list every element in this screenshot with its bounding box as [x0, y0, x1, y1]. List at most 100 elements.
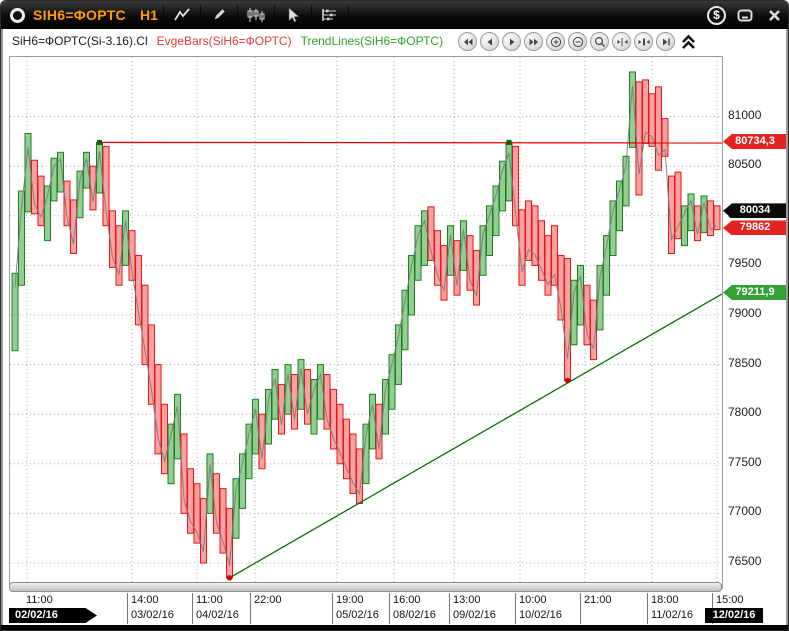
nav-zoom-in-button[interactable]: [546, 32, 565, 51]
candle: [708, 201, 714, 236]
close-price-line: [15, 86, 717, 566]
candle: [344, 419, 350, 479]
chart-plot-area[interactable]: [9, 56, 723, 589]
candle: [545, 236, 551, 296]
price-tag: 79211,9: [723, 285, 787, 300]
candle: [188, 469, 194, 533]
minimize-icon[interactable]: [735, 6, 755, 24]
dollar-icon[interactable]: $: [707, 6, 726, 25]
separator: [311, 5, 312, 25]
window-title: SIH6=ФОРТС: [33, 7, 126, 23]
pivot-marker[interactable]: [507, 140, 512, 145]
time-label: 11:00: [26, 594, 53, 606]
pivot-marker[interactable]: [227, 575, 232, 580]
nav-fast-forward-button[interactable]: [524, 32, 543, 51]
close-icon[interactable]: [764, 6, 784, 24]
legend-series-1[interactable]: EvgeBars(SiH6=ФОРТС): [157, 34, 292, 48]
candle: [175, 394, 181, 458]
time-label: 11:00: [196, 594, 223, 606]
nav-fast-rewind-button[interactable]: [458, 32, 477, 51]
date-label: 10/02/16: [519, 609, 562, 621]
price-tick-label: 77500: [728, 455, 761, 469]
nav-go-to-end-button[interactable]: [656, 32, 675, 51]
date-label: 03/02/16: [131, 609, 174, 621]
time-axis[interactable]: 11:0002/02/1614:0003/02/1611:0004/02/162…: [1, 592, 789, 625]
window-right-border: [786, 29, 788, 625]
price-tick-label: 78500: [728, 356, 761, 370]
nav-bar-width-button[interactable]: [634, 32, 653, 51]
candle: [38, 176, 44, 226]
candle: [565, 258, 571, 380]
line-chart-icon[interactable]: [169, 4, 195, 26]
candle: [337, 404, 343, 464]
time-label: 10:00: [519, 594, 547, 606]
nav-zoom-out-button[interactable]: [568, 32, 587, 51]
nav-back-button[interactable]: [480, 32, 499, 51]
price-tick-label: 79000: [728, 306, 761, 320]
separator: [163, 5, 164, 25]
window-bottom-border: [1, 625, 789, 631]
candle: [58, 152, 64, 192]
time-label: 16:00: [393, 594, 421, 606]
legend-series-2[interactable]: TrendLines(SiH6=ФОРТС): [301, 34, 444, 48]
price-tick-label: 81000: [728, 108, 761, 122]
legend-series-0[interactable]: SiH6=ФОРТС(Si-3.16).Cl: [12, 34, 148, 48]
time-tick-mark: [515, 593, 516, 624]
candlestick-chart[interactable]: [10, 57, 722, 588]
candle: [539, 221, 545, 281]
title-bar: SIH6=ФОРТС H1: [1, 1, 789, 29]
date-label: 11/02/16: [651, 609, 693, 621]
date-label: 08/02/16: [393, 609, 436, 621]
candle: [532, 206, 538, 266]
pencil-icon[interactable]: [206, 4, 232, 26]
price-tick-label: 80500: [728, 157, 761, 171]
time-label: 13:00: [453, 594, 481, 606]
nav-magnifier-button[interactable]: [590, 32, 609, 51]
time-tick-mark: [192, 593, 193, 624]
price-tag: 79862: [723, 220, 787, 235]
candle: [331, 389, 337, 449]
date-label: 12/02/16: [705, 608, 763, 623]
candle: [25, 133, 31, 211]
candle: [311, 379, 317, 434]
candle: [682, 206, 688, 246]
time-label: 19:00: [336, 594, 364, 606]
price-axis[interactable]: 8100080500800007950079000785007800077500…: [724, 56, 787, 589]
nav-toolbar: [458, 32, 696, 51]
trendline-resistance[interactable]: [100, 142, 723, 143]
candle: [675, 172, 681, 238]
time-label: 22:00: [254, 594, 282, 606]
price-tag: 80034: [723, 203, 787, 218]
time-tick-mark: [580, 593, 581, 624]
date-label: 04/02/16: [196, 609, 239, 621]
app-logo-ring-icon: [10, 8, 25, 23]
price-tick-label: 77000: [728, 504, 761, 518]
price-tick-label: 76500: [728, 554, 761, 568]
candle: [162, 404, 168, 473]
legend: SiH6=ФОРТС(Si-3.16).Cl EvgeBars(SiH6=ФОРТ…: [12, 34, 443, 48]
chevron-up-double-icon[interactable]: [681, 34, 696, 50]
nav-forward-button[interactable]: [502, 32, 521, 51]
trendline-support[interactable]: [230, 294, 723, 578]
candle: [194, 484, 200, 544]
price-tick-label: 79500: [728, 256, 761, 270]
candle: [350, 434, 356, 494]
horizontal-scrollbar-thumb[interactable]: [9, 582, 722, 592]
candle: [636, 82, 642, 195]
pivot-marker[interactable]: [565, 378, 570, 383]
levels-icon[interactable]: [317, 4, 343, 26]
time-tick-mark: [647, 593, 648, 624]
time-label: 18:00: [651, 594, 679, 606]
candle: [220, 489, 226, 553]
candlestick-icon[interactable]: [243, 4, 269, 26]
nav-compress-button[interactable]: [612, 32, 631, 51]
candle: [500, 161, 506, 211]
date-label: 05/02/16: [336, 609, 379, 621]
candle: [435, 231, 441, 286]
separator: [274, 5, 275, 25]
time-tick-mark: [332, 593, 333, 624]
pivot-marker[interactable]: [97, 140, 102, 145]
candle: [519, 210, 525, 285]
candle: [201, 499, 207, 563]
cursor-icon[interactable]: [280, 4, 306, 26]
